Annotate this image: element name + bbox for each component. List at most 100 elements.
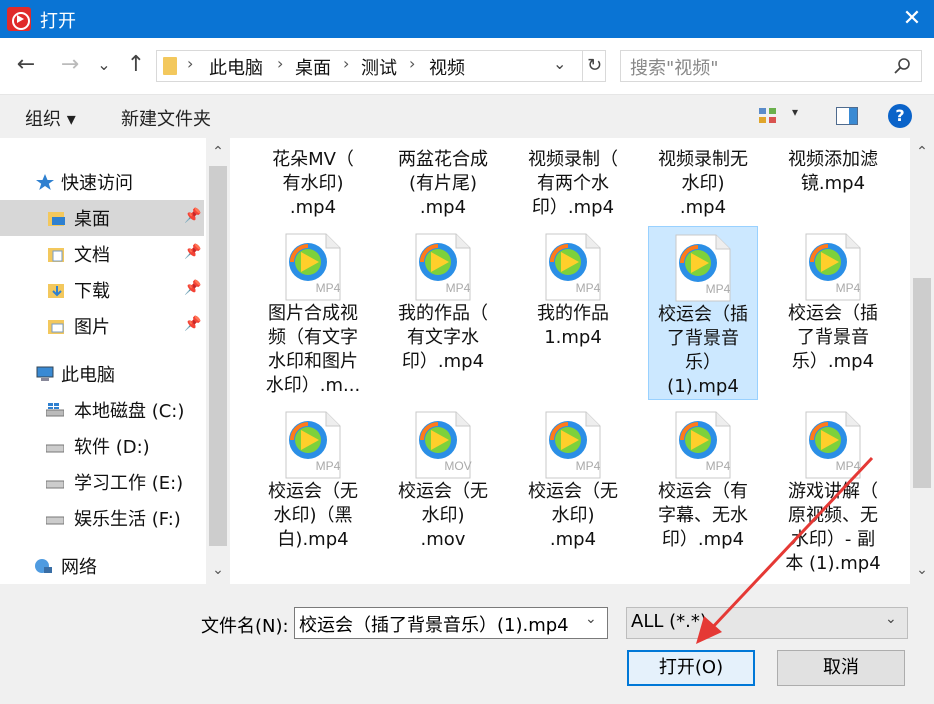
- sidebar-item-this-pc[interactable]: 此电脑: [0, 356, 204, 392]
- file-name-line: 了背景音: [667, 328, 739, 349]
- preview-pane-icon[interactable]: [836, 107, 858, 125]
- video-file-icon: MP4: [805, 233, 861, 301]
- video-file-icon: MOV: [415, 411, 472, 479]
- sidebar-item-drive-f[interactable]: 娱乐生活 (F:): [0, 500, 204, 536]
- file-item[interactable]: MOV 校运会（无 水印) .mov: [388, 404, 498, 552]
- scrollbar-thumb[interactable]: [209, 166, 227, 546]
- up-button[interactable]: ↑: [124, 52, 148, 78]
- file-icon: MP4: [804, 410, 862, 480]
- sidebar-item-label: 软件 (D:): [74, 437, 150, 458]
- breadcrumb-separator[interactable]: ›: [343, 54, 349, 73]
- view-options-icon[interactable]: [758, 106, 778, 126]
- refresh-button[interactable]: ↻: [582, 51, 606, 81]
- sidebar-item-documents[interactable]: 文档 📌: [0, 236, 204, 272]
- close-button[interactable]: ✕: [890, 0, 934, 38]
- sidebar-item-network[interactable]: 网络: [0, 548, 204, 584]
- scroll-down-button[interactable]: ⌄: [206, 558, 230, 582]
- file-item[interactable]: 视频录制无 水印) .mp4: [648, 148, 758, 220]
- search-icon[interactable]: [893, 57, 911, 75]
- file-name-line: .mp4: [419, 197, 467, 218]
- downloads-folder-icon: [48, 284, 64, 298]
- breadcrumb-test[interactable]: 测试: [361, 54, 397, 80]
- sidebar-item-drive-e[interactable]: 学习工作 (E:): [0, 464, 204, 500]
- file-name-line: .mp4: [679, 197, 727, 218]
- file-name-line: 视频录制（: [528, 149, 618, 170]
- sidebar-item-desktop[interactable]: 桌面 📌: [0, 200, 204, 236]
- file-extension-label: MP4: [836, 281, 861, 295]
- file-item[interactable]: MP4 图片合成视 频（有文字 水印和图片 水印）.m...: [258, 226, 368, 398]
- file-item[interactable]: MP4 校运会（插 了背景音 乐）.mp4: [778, 226, 888, 374]
- file-name-line: 印）.mp4: [401, 351, 485, 372]
- file-item[interactable]: 视频添加滤 镜.mp4: [778, 148, 888, 196]
- breadcrumb-separator[interactable]: ›: [187, 54, 193, 73]
- sidebar-scrollbar[interactable]: ⌃ ⌄: [206, 138, 230, 584]
- file-icon: MP4: [284, 410, 342, 480]
- search-box[interactable]: 搜索"视频": [620, 50, 922, 82]
- file-name-line: 两盆花合成: [398, 149, 488, 170]
- file-name-line: 有水印): [282, 173, 344, 194]
- computer-icon: [36, 366, 54, 381]
- navigation-pane: 快速访问 桌面 📌 文档 📌 下载 📌 图片 📌 此电脑 本地磁盘 (C:) 软…: [0, 138, 230, 584]
- pin-icon[interactable]: 📌: [184, 280, 201, 296]
- sidebar-item-downloads[interactable]: 下载 📌: [0, 272, 204, 308]
- sidebar-item-drive-d[interactable]: 软件 (D:): [0, 428, 204, 464]
- file-name-line: 印）.mp4: [531, 197, 615, 218]
- file-item[interactable]: MP4 校运会（无 水印) .mp4: [518, 404, 628, 552]
- sidebar-item-quick-access[interactable]: 快速访问: [0, 164, 204, 200]
- file-name-line: 有两个水: [537, 173, 609, 194]
- file-item[interactable]: MP4 校运会（无 水印)（黑 白).mp4: [258, 404, 368, 552]
- scroll-up-button[interactable]: ⌃: [910, 140, 934, 164]
- pin-icon[interactable]: 📌: [184, 208, 201, 224]
- file-icon: MP4: [414, 232, 472, 302]
- file-name-line: 原视频、无: [788, 505, 878, 526]
- filename-dropdown-button[interactable]: ⌄: [585, 611, 597, 627]
- sidebar-item-pictures[interactable]: 图片 📌: [0, 308, 204, 344]
- breadcrumb-video[interactable]: 视频: [429, 54, 465, 80]
- file-name-line: 水印): [421, 505, 465, 526]
- filetype-dropdown-icon[interactable]: ⌄: [885, 611, 897, 627]
- file-name-line: 水印): [681, 173, 725, 194]
- forward-button[interactable]: →: [58, 52, 82, 78]
- video-file-icon: MP4: [285, 233, 341, 301]
- filetype-select[interactable]: ALL (*.*) ⌄: [626, 607, 908, 639]
- video-file-icon: MP4: [675, 234, 731, 302]
- breadcrumb-separator[interactable]: ›: [409, 54, 415, 73]
- filename-value[interactable]: 校运会（插了背景音乐）(1).mp4: [299, 611, 569, 637]
- pin-icon[interactable]: 📌: [184, 316, 201, 332]
- back-button[interactable]: ←: [14, 52, 38, 78]
- file-name-line: 乐）.mp4: [791, 351, 875, 372]
- scroll-up-button[interactable]: ⌃: [206, 140, 230, 164]
- breadcrumb-separator[interactable]: ›: [277, 54, 283, 73]
- organize-menu[interactable]: 组织 ▾: [25, 105, 76, 131]
- file-name-line: 白).mp4: [277, 529, 349, 550]
- view-dropdown-button[interactable]: ▾: [792, 105, 798, 119]
- file-item[interactable]: MP4 我的作品 1.mp4: [518, 226, 628, 350]
- address-dropdown-button[interactable]: ⌄: [553, 54, 566, 73]
- filename-input[interactable]: 校运会（插了背景音乐）(1).mp4 ⌄: [294, 607, 608, 639]
- recent-locations-button[interactable]: ⌄: [92, 52, 116, 78]
- address-bar[interactable]: › 此电脑 › 桌面 › 测试 › 视频 ⌄ ↻: [156, 50, 606, 82]
- file-name-line: 视频添加滤: [788, 149, 878, 170]
- file-item[interactable]: MP4 游戏讲解（ 原视频、无 水印）- 副本 (1).mp4: [778, 404, 888, 576]
- file-name-line: 字幕、无水: [658, 505, 748, 526]
- file-name-line: 水印和图片: [268, 351, 358, 372]
- scrollbar-thumb[interactable]: [913, 278, 931, 488]
- file-item[interactable]: MP4 校运会（有 字幕、无水 印）.mp4: [648, 404, 758, 552]
- breadcrumb-this-pc[interactable]: 此电脑: [209, 54, 263, 80]
- file-item[interactable]: 视频录制（ 有两个水 印）.mp4: [518, 148, 628, 220]
- help-icon[interactable]: ?: [888, 104, 912, 128]
- file-item[interactable]: MP4 我的作品（ 有文字水 印）.mp4: [388, 226, 498, 374]
- sidebar-item-drive-c[interactable]: 本地磁盘 (C:): [0, 392, 204, 428]
- pin-icon[interactable]: 📌: [184, 244, 201, 260]
- open-button[interactable]: 打开(O): [627, 650, 755, 686]
- file-icon: MOV: [414, 410, 472, 480]
- cancel-button[interactable]: 取消: [777, 650, 905, 686]
- file-list-scrollbar[interactable]: ⌃ ⌄: [910, 138, 934, 584]
- file-item[interactable]: MP4 校运会（插 了背景音 乐） (1).mp4: [648, 226, 758, 400]
- file-item[interactable]: 花朵MV（ 有水印) .mp4: [258, 148, 368, 220]
- file-item[interactable]: 两盆花合成 (有片尾) .mp4: [388, 148, 498, 220]
- breadcrumb-desktop[interactable]: 桌面: [295, 54, 331, 80]
- new-folder-button[interactable]: 新建文件夹: [121, 105, 211, 131]
- scroll-down-button[interactable]: ⌄: [910, 558, 934, 582]
- search-placeholder[interactable]: 搜索"视频": [630, 54, 719, 80]
